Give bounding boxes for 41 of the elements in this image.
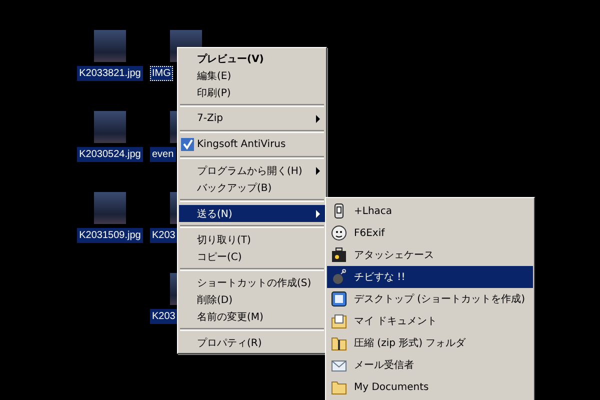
briefcase-icon [331,247,347,263]
file-label[interactable]: K203 [150,309,178,324]
file-label[interactable]: IMG [150,66,173,81]
menu-item[interactable]: 編集(E) [179,67,325,84]
file-label[interactable]: K2030524.jpg [77,147,143,162]
zip-folder-icon [331,335,347,351]
menu-item[interactable]: My Documents [327,376,533,398]
shield-check-icon [181,138,194,151]
menu-item[interactable]: コピー(C) [179,248,325,265]
menu-item[interactable]: 圧縮 (zip 形式) フォルダ [327,332,533,354]
menu-item[interactable]: アタッシェケース [327,244,533,266]
menu-item[interactable]: Kingsoft AntiVirus [179,136,325,153]
menu-item[interactable]: メール受信者 [327,354,533,376]
folder-icon [331,379,347,395]
desktop-icon [331,291,347,307]
bomb-icon [331,269,347,285]
menu-item[interactable]: 削除(D) [179,291,325,308]
submenu-arrow-icon [316,210,320,218]
face-icon [331,225,347,241]
submenu-arrow-icon [316,115,320,123]
menu-item[interactable]: 7-Zip [179,110,325,127]
menu-item[interactable]: マイ ドキュメント [327,310,533,332]
menu-item[interactable]: デスクトップ (ショートカットを作成) [327,288,533,310]
menu-item[interactable]: バックアップ(B) [179,179,325,196]
menu-item[interactable]: 送る(N) [179,205,325,222]
menu-item[interactable]: チビすな !! [327,266,533,288]
file-label[interactable]: K203 [150,228,178,243]
menu-item[interactable]: 切り取り(T) [179,231,325,248]
menu-item[interactable]: +Lhaca [327,200,533,222]
file-label[interactable]: K2031509.jpg [77,228,143,243]
menu-item[interactable]: ショートカットの作成(S) [179,274,325,291]
submenu-arrow-icon [316,167,320,175]
document-folder-icon [331,313,347,329]
menu-item[interactable]: プレビュー(V) [179,50,325,67]
menu-item[interactable]: 名前の変更(M) [179,308,325,325]
file-label[interactable]: even [150,147,176,162]
menu-item[interactable]: F6Exif [327,222,533,244]
menu-item[interactable]: プロパティ(R) [179,334,325,351]
menu-item[interactable]: プログラムから開く(H) [179,162,325,179]
file-label[interactable]: K2033821.jpg [77,66,143,81]
menu-item[interactable]: 印刷(P) [179,84,325,101]
